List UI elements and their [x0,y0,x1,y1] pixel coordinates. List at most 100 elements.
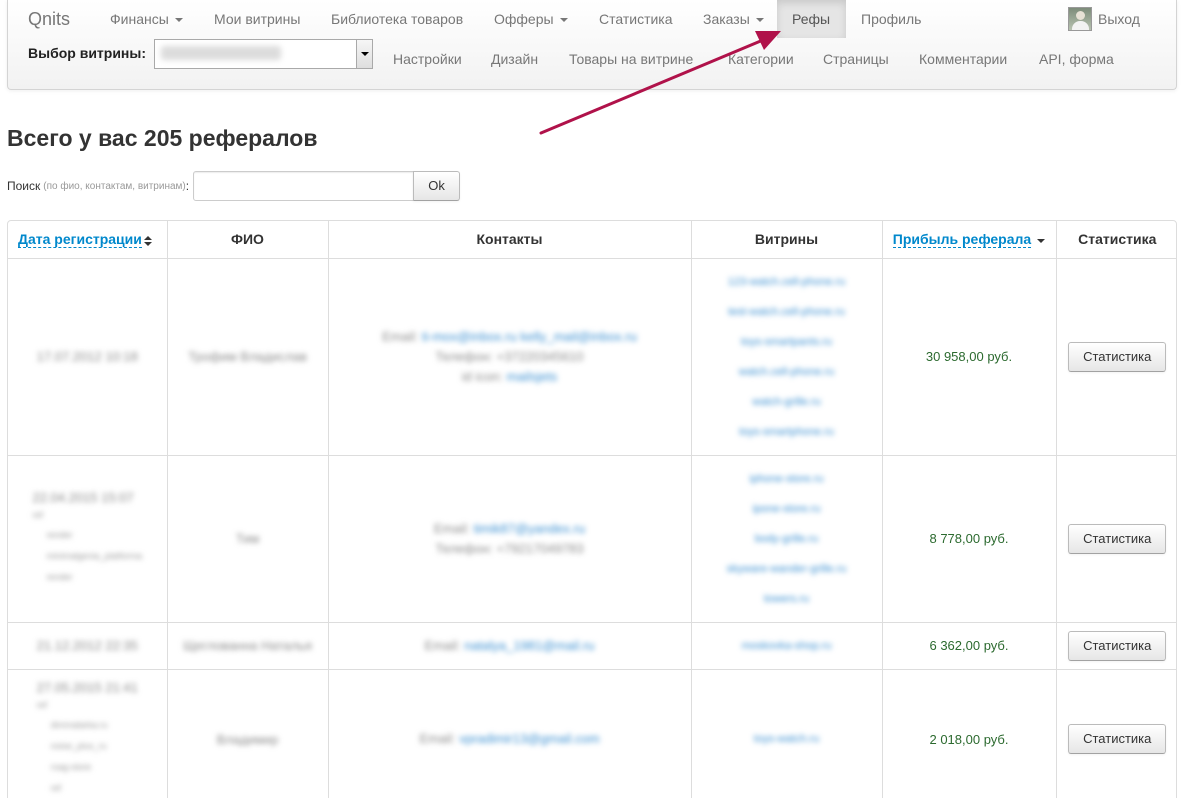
header-shops: Витрины [690,221,882,258]
shop-link[interactable]: toys-watch.ru [692,724,882,754]
email-label: Email: [382,328,419,344]
subnav-shop-products[interactable]: Товары на витрине [554,40,708,78]
reg-date: 22.04.2015 15:07 [32,489,134,505]
shop-link[interactable]: 123-watch.cell-phone.ru [692,267,882,297]
ref-source-item: render [46,529,73,540]
sort-icon [143,235,152,246]
phone-line: Телефон: +79217049783 [329,539,691,559]
search-hint: (по фио, контактам, витринам) [43,180,186,192]
profit-value: 30 958,00 руб. [881,257,1056,455]
name-cell: Трофим Владислав [166,257,328,455]
subnav-pages[interactable]: Страницы [808,40,904,78]
logout-label: Выход [1098,11,1140,27]
contacts-block: Email: ti-mox@inbox.ru kelly_mail@inbox.… [329,327,691,387]
subnav-comments[interactable]: Комментарии [904,40,1022,78]
phone-label: Телефон: [435,540,493,556]
phone-line: Телефон: +37220345610 [329,347,691,367]
header-stats: Статистика [1055,221,1176,258]
nav-product-library[interactable]: Библиотека товаров [316,0,478,38]
shops-cell: toys-watch.ru [690,668,882,798]
search-ok-button[interactable]: Ok [413,171,461,201]
vitrina-select[interactable]: redacted [154,39,373,69]
nav-finance-label: Финансы [110,11,169,27]
shop-link[interactable]: ipone-store.ru [692,494,882,524]
shop-link[interactable]: body-grille.ru [692,524,882,554]
nav-statistics[interactable]: Статистика [584,0,688,38]
sort-by-profit-link[interactable]: Прибыль реферала [892,231,1032,249]
shop-link[interactable]: skyware-wander-grille.ru [692,554,882,584]
reg-date-cell: 17.07.2012 10:18 [8,257,167,455]
referral-name: Трофим Владислав [188,349,307,364]
phone-value: +79217049783 [496,540,584,556]
shop-link[interactable]: iphone-store.ru [692,464,882,494]
chevron-down-icon[interactable] [356,40,372,68]
icq-link[interactable]: mailsjets [507,369,558,384]
email-link[interactable]: ti-mox@inbox.ru kelly_mail@inbox.ru [422,329,637,344]
statistics-button[interactable]: Статистика [1068,341,1167,372]
shops-cell: moskovka-shop.ru [690,621,882,669]
email-line: Email: vpradimir13@gmail.com [329,729,691,749]
table-header-row: Дата регистрации ФИО Контакты Витрины Пр… [8,221,1176,258]
nav-profile[interactable]: Профиль [846,0,936,38]
nav-refs[interactable]: Рефы [777,0,846,38]
header-name: ФИО [166,221,328,258]
table-row: 17.07.2012 10:18 Трофим Владислав Email:… [8,257,1176,455]
nav-orders[interactable]: Заказы [688,0,779,38]
reg-date: 21.12.2012 22:35 [36,638,138,653]
ref-source-item: minimalgenia_platforma [46,550,143,561]
shops-list: moskovka-shop.ru [692,631,882,661]
shop-link[interactable]: toys-smartphone.ru [692,417,882,447]
shop-link[interactable]: moskovka-shop.ru [692,631,882,661]
icq-label: id icon: [461,368,503,384]
subnav-settings[interactable]: Настройки [378,40,477,78]
subnav-design[interactable]: Дизайн [476,40,553,78]
reg-date-block: 27.05.2015 21:41 ref dimmalarka.ru noise… [37,680,138,798]
nav-finance[interactable]: Финансы [95,0,198,38]
shop-link[interactable]: test-watch.cell-phone.ru [692,297,882,327]
ref-source-item: render [46,571,73,582]
search-input[interactable] [193,171,415,201]
reg-date-cell: 22.04.2015 15:07 ref render minimalgenia… [8,454,167,622]
statistics-button[interactable]: Статистика [1068,630,1167,661]
avatar [1068,7,1092,31]
chevron-down-icon [755,18,764,23]
reg-date-cell: 21.12.2012 22:35 [8,621,167,669]
ref-source-item: dimmalarka.ru [50,719,108,730]
nav-orders-label: Заказы [703,11,750,27]
nav-my-shops[interactable]: Мои витрины [199,0,315,38]
statistics-button[interactable]: Статистика [1068,523,1167,554]
referral-name: Щеглованна Наталья [183,638,312,653]
brand-logo[interactable]: Qnits [28,9,70,30]
name-cell: Щеглованна Наталья [166,621,328,669]
shop-link[interactable]: toys-smartpants.ru [692,327,882,357]
phone-label: Телефон: [435,348,493,364]
profit-value: 8 778,00 руб. [881,454,1056,622]
contacts-cell: Email: natalya_1981@mail.ru [327,621,691,669]
email-link[interactable]: vpradimir13@gmail.com [459,731,599,746]
search-label: Поиск [7,179,41,193]
sort-by-date-link[interactable]: Дата регистрации [18,231,142,249]
statistics-button[interactable]: Статистика [1068,724,1167,755]
nav-offers[interactable]: Офферы [479,0,583,38]
contacts-cell: Email: timik87@yandex.ru Телефон: +79217… [327,454,691,622]
search-colon: : [185,179,190,193]
vitrina-select-label: Выбор витрины: [28,45,147,61]
subnav-api-form[interactable]: API, форма [1024,40,1129,78]
subnav-categories[interactable]: Категории [713,40,809,78]
ref-source-head: ref [36,699,48,710]
ref-source-item: ref [50,782,62,793]
email-link[interactable]: natalya_1981@mail.ru [464,638,594,653]
shop-link[interactable]: watch.cell-phone.ru [692,357,882,387]
header-contacts: Контакты [327,221,691,258]
reg-date-block: 22.04.2015 15:07 ref render minimalgenia… [32,490,142,588]
shop-link[interactable]: towers.ru [692,584,882,614]
header-date: Дата регистрации [8,221,167,258]
email-link[interactable]: timik87@yandex.ru [474,521,585,536]
stats-cell: Статистика [1055,454,1176,622]
shop-link[interactable]: watch-grille.ru [692,387,882,417]
email-label: Email: [419,731,456,747]
referral-name: Тим [235,531,260,546]
table-row: 22.04.2015 15:07 ref render minimalgenia… [8,454,1176,622]
logout-link[interactable]: Выход [1068,0,1140,38]
shops-list: toys-watch.ru [692,724,882,754]
